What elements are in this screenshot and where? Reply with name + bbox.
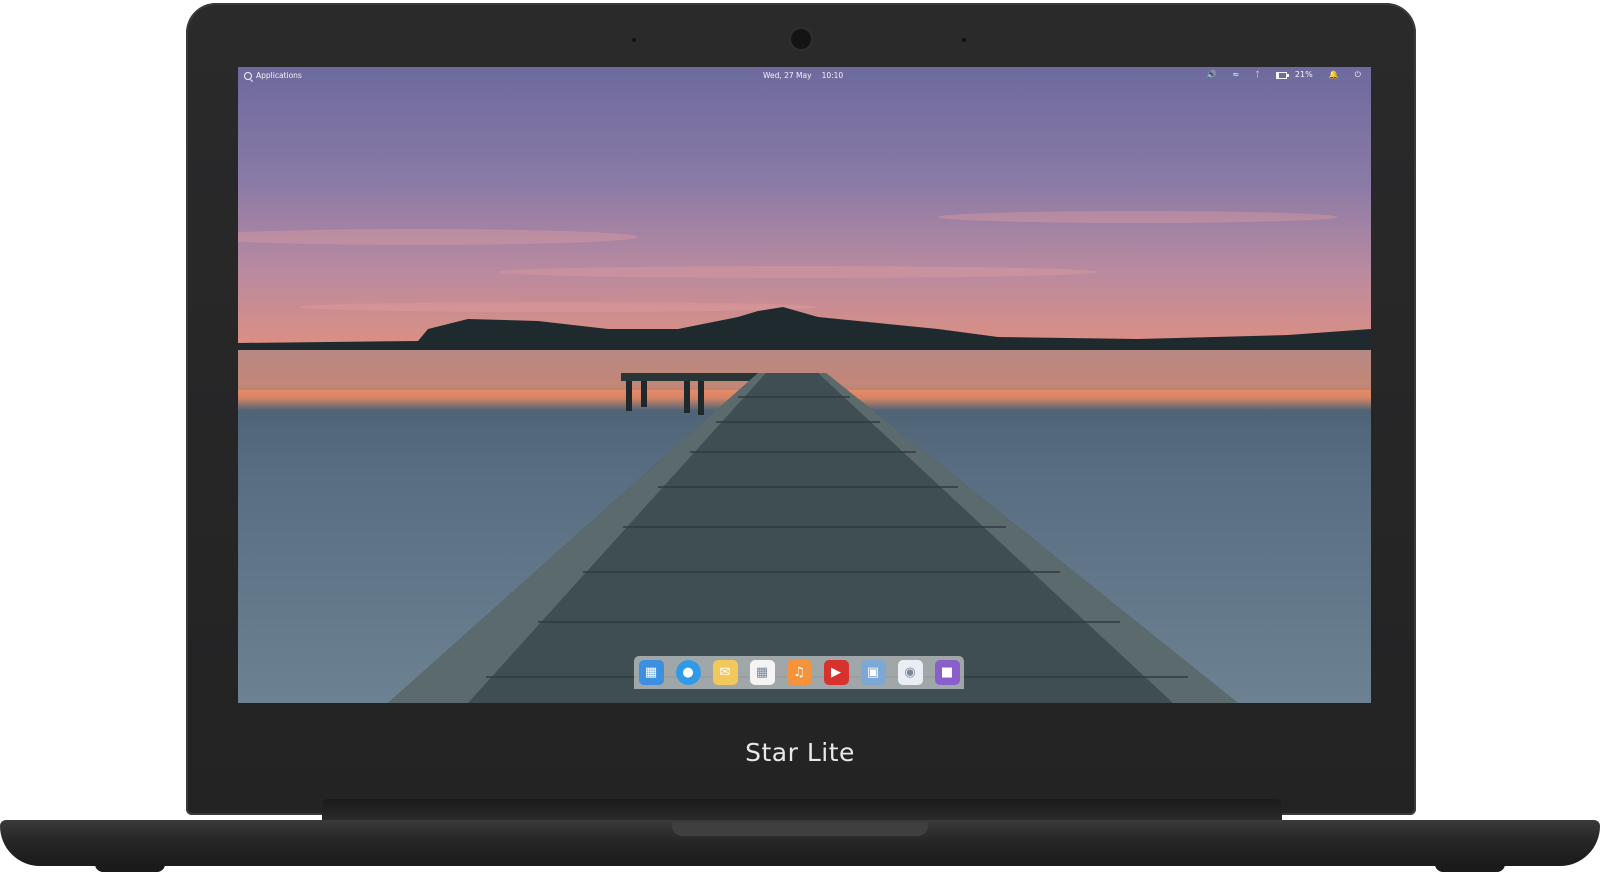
search-icon — [244, 71, 252, 80]
battery-indicator[interactable]: 21% — [1275, 70, 1313, 80]
system-indicators: 🔊 ≈ ᛏ 21% 🔔 ⏻ — [1206, 70, 1361, 80]
date-label: Wed, 27 May — [763, 71, 812, 80]
hinge — [322, 799, 1282, 821]
wifi-icon[interactable]: ≈ — [1232, 70, 1239, 80]
photos-icon[interactable]: ▣ — [860, 660, 886, 685]
multitasking-view-icon[interactable]: ▦ — [638, 660, 664, 685]
applications-label: Applications — [256, 71, 302, 80]
bluetooth-icon[interactable]: ᛏ — [1255, 70, 1260, 80]
battery-percent: 21% — [1294, 70, 1313, 79]
left-foot — [95, 864, 165, 872]
date-time-indicator[interactable]: Wed, 27 May 10:10 — [763, 71, 843, 80]
settings-icon[interactable]: ◉ — [897, 660, 923, 685]
brand-label: Star Lite — [745, 738, 855, 767]
applications-menu[interactable]: Applications — [244, 71, 302, 80]
calendar-icon[interactable]: ▦ — [749, 660, 775, 685]
desktop-screen: Applications Wed, 27 May 10:10 🔊 ≈ ᛏ 21%… — [238, 67, 1371, 703]
top-panel: Applications Wed, 27 May 10:10 🔊 ≈ ᛏ 21%… — [238, 67, 1371, 84]
mail-icon[interactable]: ✉ — [712, 660, 738, 685]
appcenter-icon[interactable]: ■ — [934, 660, 960, 685]
volume-icon[interactable]: 🔊 — [1206, 70, 1216, 80]
webcam — [788, 26, 814, 52]
microphone-left — [632, 38, 636, 42]
videos-icon[interactable]: ▶ — [823, 660, 849, 685]
web-browser-icon[interactable]: ● — [675, 660, 701, 685]
music-icon[interactable]: ♫ — [786, 660, 812, 685]
right-foot — [1435, 864, 1505, 872]
battery-icon — [1275, 71, 1289, 79]
wallpaper — [238, 211, 1371, 703]
power-icon[interactable]: ⏻ — [1355, 70, 1361, 80]
time-label: 10:10 — [821, 71, 844, 80]
lid-opening-notch — [672, 822, 928, 836]
dock: ▦ ● ✉ ▦ ♫ ▶ ▣ ◉ ■ — [634, 656, 964, 689]
notifications-icon[interactable]: 🔔 — [1329, 70, 1339, 80]
microphone-right — [962, 38, 966, 42]
